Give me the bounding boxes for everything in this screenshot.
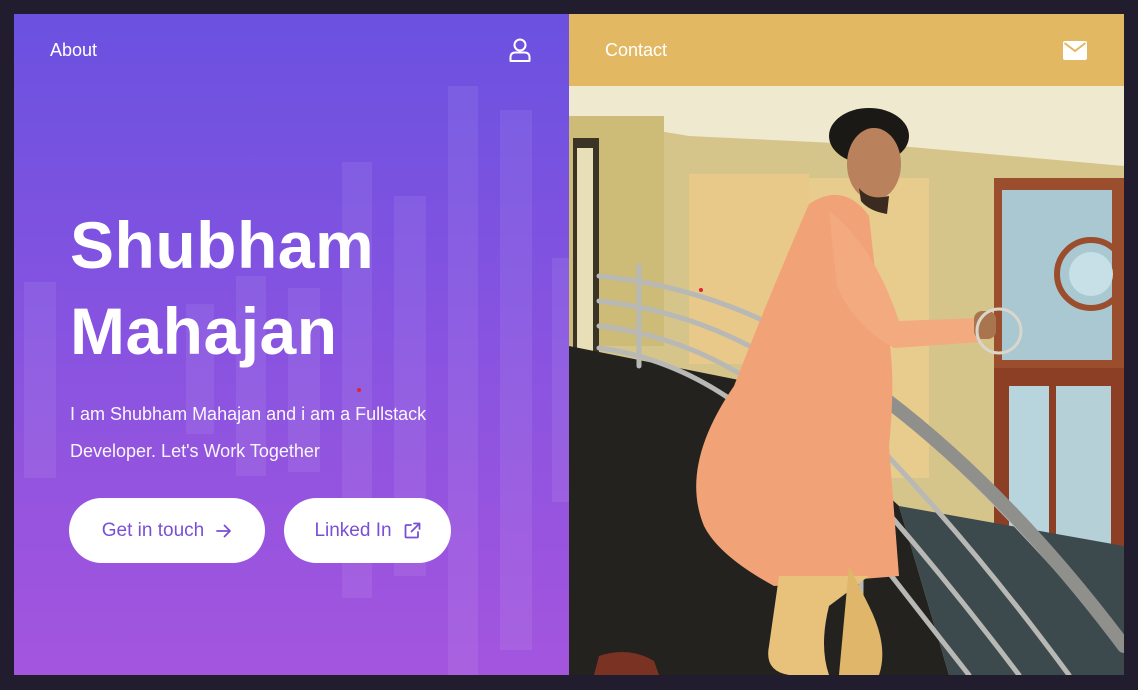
get-in-touch-label: Get in touch <box>101 519 205 541</box>
linkedin-button[interactable]: Linked In <box>284 498 451 563</box>
profile-photo <box>569 86 1124 675</box>
user-icon[interactable] <box>507 37 533 63</box>
hero-intro: I am Shubham Mahajan and i am a Fullstac… <box>70 404 427 461</box>
external-link-icon <box>404 522 420 539</box>
contact-link[interactable]: Contact <box>605 40 667 61</box>
envelope-icon[interactable] <box>1062 37 1088 63</box>
hero-name: Shubham Mahajan <box>70 202 470 374</box>
name-first: Shubham <box>70 208 375 282</box>
contact-panel: Contact <box>569 14 1124 675</box>
intro-panel: About Shubham Mahajan I am Shubham Mahaj… <box>14 14 569 675</box>
hero: Shubham Mahajan I am Shubham Mahajan and… <box>70 202 470 470</box>
arrow-right-icon <box>216 524 232 537</box>
linkedin-label: Linked In <box>314 519 392 541</box>
cta-buttons: Get in touch Linked In <box>69 498 451 563</box>
about-link[interactable]: About <box>50 40 97 61</box>
decorative-dot <box>357 388 361 392</box>
right-navbar: Contact <box>569 14 1124 86</box>
left-navbar: About <box>14 14 569 86</box>
get-in-touch-button[interactable]: Get in touch <box>69 498 265 563</box>
name-last: Mahajan <box>70 294 338 368</box>
portfolio-landing: About Shubham Mahajan I am Shubham Mahaj… <box>14 14 1124 675</box>
